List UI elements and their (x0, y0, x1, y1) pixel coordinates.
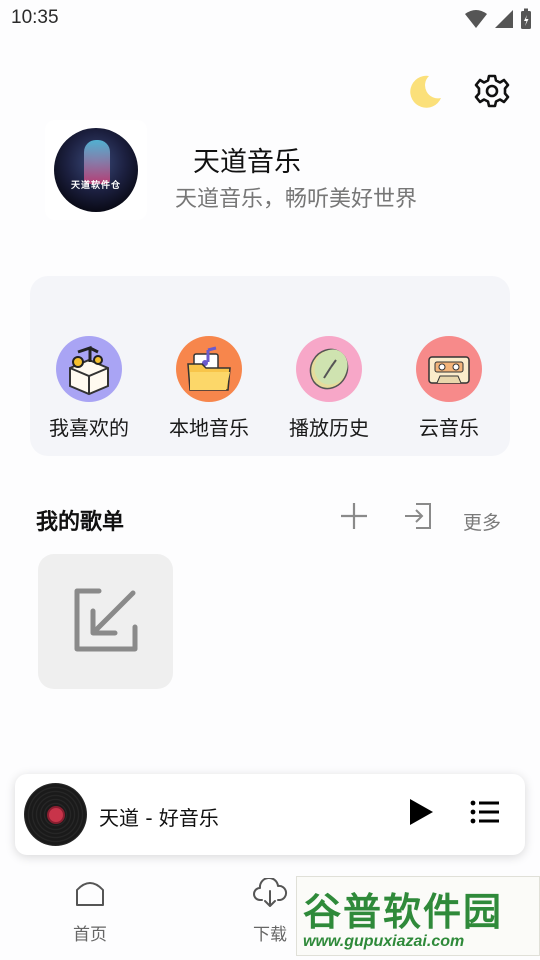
import-arrow-icon (71, 585, 141, 659)
import-playlist-button[interactable] (400, 500, 436, 536)
nav-label: 首页 (73, 925, 107, 945)
profile-name: 天道音乐 (193, 147, 301, 178)
avatar-logo-text: 天道软件仓 (70, 181, 121, 191)
profile-subtitle: 天道音乐，畅听美好世界 (175, 187, 418, 212)
status-bar: 10:35 (0, 0, 540, 36)
plus-icon (339, 501, 369, 535)
play-icon (407, 797, 435, 831)
mini-player[interactable]: 天道 - 好音乐 (15, 774, 525, 855)
watermark-logo: 谷普软件园 www.gupuxiazai.com (296, 876, 540, 956)
watermark-brand: 谷普软件园 (303, 890, 504, 934)
quick-actions-card: 我喜欢的 本地音乐 播放历史 云音乐 (30, 276, 510, 456)
quick-item-history[interactable]: 播放历史 (274, 336, 384, 441)
album-disc-icon (24, 783, 87, 846)
profile-header: 天道软件仓 天道音乐 天道音乐，畅听美好世界 (45, 120, 495, 220)
avatar-image: 天道软件仓 (54, 128, 138, 212)
cassette-icon (416, 336, 482, 402)
nav-item-home[interactable]: 首页 (45, 878, 135, 945)
settings-button[interactable] (472, 73, 512, 113)
more-playlists-link[interactable]: 更多 (463, 508, 501, 535)
gear-icon (474, 73, 510, 113)
quick-item-cloud-music[interactable]: 云音乐 (394, 336, 504, 441)
local-folder-icon (176, 336, 242, 402)
quick-item-label: 播放历史 (289, 416, 369, 440)
quick-item-label: 我喜欢的 (49, 416, 129, 440)
night-mode-button[interactable] (404, 73, 444, 113)
import-icon (402, 500, 434, 536)
nav-label: 下载 (253, 925, 287, 945)
playlists-title: 我的歌单 (36, 510, 125, 535)
signal-icon (494, 9, 514, 33)
top-actions (404, 73, 512, 113)
favorites-box-icon (56, 336, 122, 402)
status-icons (464, 8, 532, 34)
watermark-url: www.gupuxiazai.com (303, 933, 465, 950)
add-playlist-button[interactable] (336, 500, 372, 536)
quick-item-label: 云音乐 (419, 416, 479, 440)
moon-icon (405, 72, 443, 114)
avatar[interactable]: 天道软件仓 (45, 120, 147, 220)
status-time: 10:35 (11, 7, 59, 28)
play-button[interactable] (403, 796, 439, 832)
cloud-download-icon (252, 877, 288, 912)
playlist-queue-button[interactable] (467, 796, 503, 832)
quick-item-label: 本地音乐 (169, 416, 249, 440)
quick-item-favorites[interactable]: 我喜欢的 (34, 336, 144, 441)
now-playing-title: 天道 - 好音乐 (99, 806, 219, 830)
home-icon (74, 878, 106, 912)
quick-item-local-music[interactable]: 本地音乐 (154, 336, 264, 441)
wifi-icon (464, 9, 488, 33)
battery-icon (520, 8, 532, 34)
history-clock-icon (296, 336, 362, 402)
import-playlist-tile[interactable] (38, 554, 173, 689)
list-icon (470, 799, 500, 829)
playlists-section-header: 我的歌单 更多 (36, 498, 510, 538)
